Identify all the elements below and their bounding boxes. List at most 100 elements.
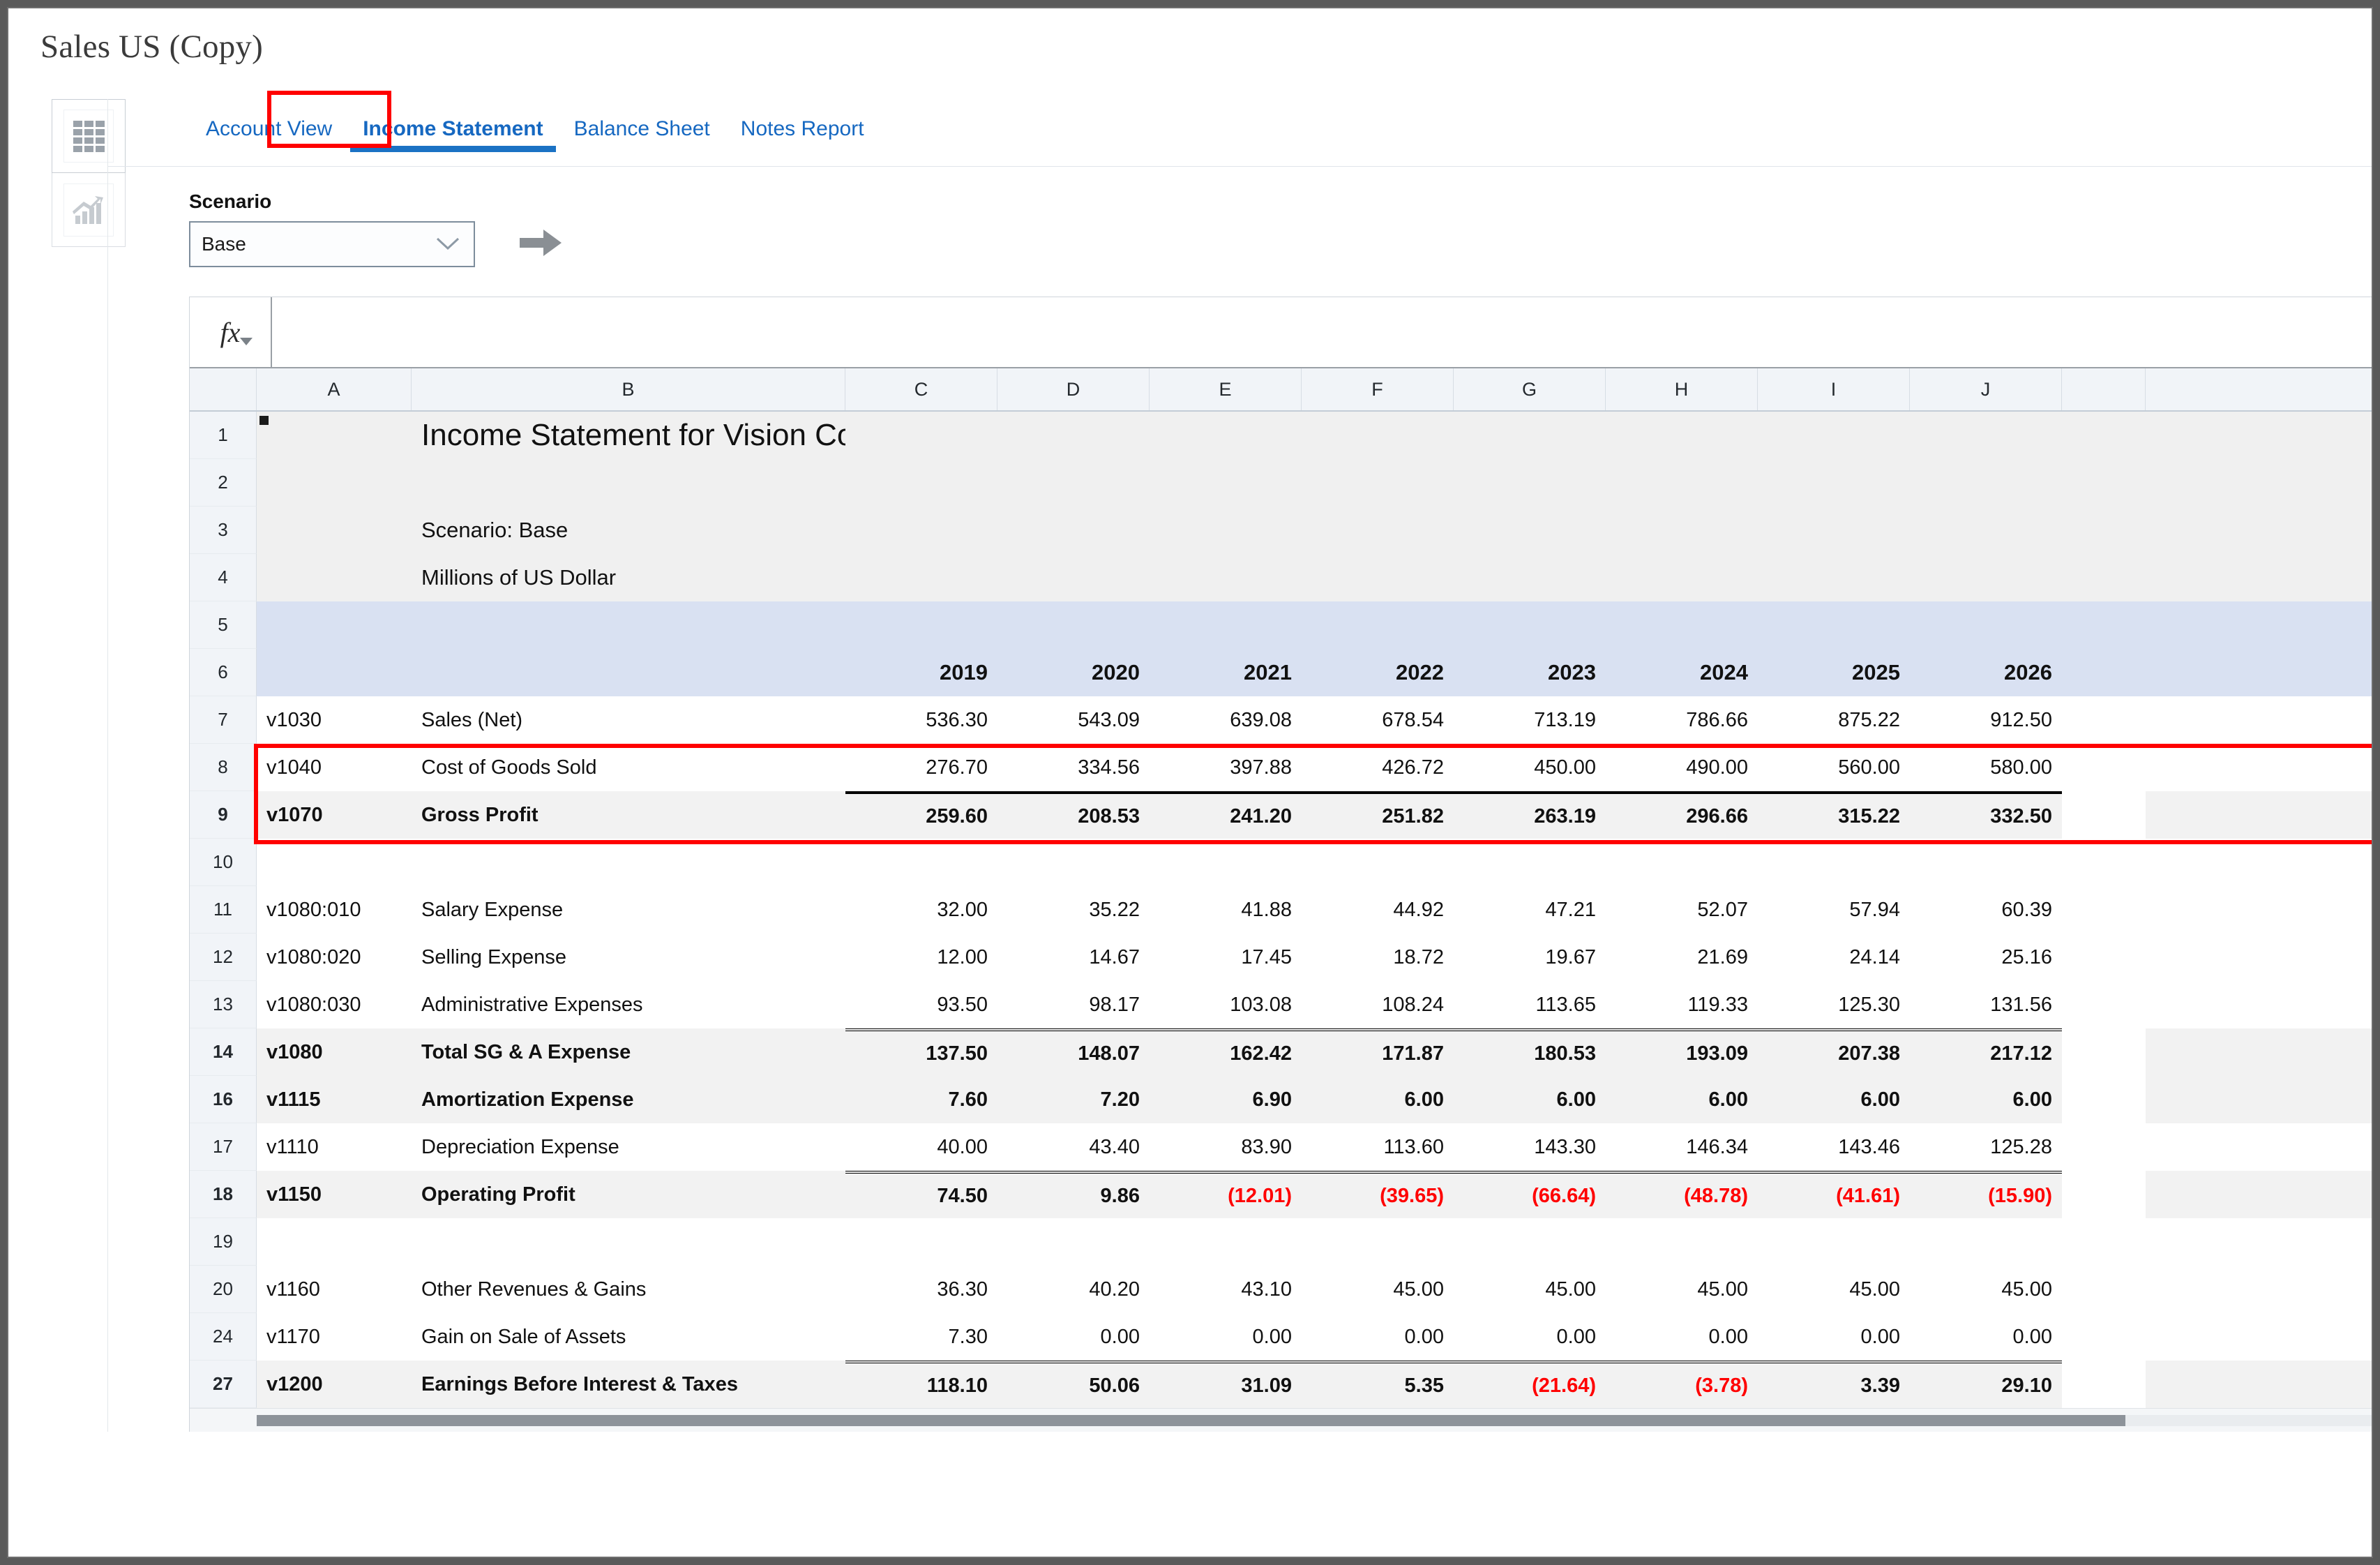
cell-value[interactable]: 43.40 [997, 1123, 1150, 1171]
cell-col-a[interactable] [257, 554, 412, 601]
cell-value[interactable]: 113.65 [1454, 981, 1606, 1028]
cell-col-a[interactable] [257, 412, 412, 459]
column-header-h[interactable]: H [1606, 368, 1758, 410]
table-row[interactable]: 17v1110Depreciation Expense40.0043.4083.… [190, 1123, 2373, 1171]
row-header[interactable]: 2 [190, 459, 257, 507]
cell-col-a[interactable]: v1200 [257, 1361, 412, 1408]
cell-col-extra[interactable] [2062, 1266, 2146, 1313]
cell-value[interactable] [1606, 459, 1758, 507]
cell-col-a[interactable]: v1040 [257, 744, 412, 791]
cell-value[interactable]: 7.20 [997, 1076, 1150, 1123]
cell-value[interactable]: (3.78) [1606, 1361, 1758, 1408]
cell-value[interactable] [1302, 601, 1454, 649]
cell-value[interactable]: 332.50 [1910, 791, 2062, 839]
cell-value[interactable]: 450.00 [1454, 744, 1606, 791]
column-header-j[interactable]: J [1910, 368, 2062, 410]
table-row[interactable]: 27v1200Earnings Before Interest & Taxes1… [190, 1361, 2373, 1408]
row-header[interactable]: 11 [190, 886, 257, 934]
cell-value[interactable]: 543.09 [997, 696, 1150, 744]
cell-value[interactable]: 426.72 [1302, 744, 1454, 791]
cell-value[interactable] [845, 412, 997, 459]
cell-value[interactable]: 45.00 [1910, 1266, 2062, 1313]
cell-value[interactable]: 2023 [1454, 649, 1606, 696]
table-row[interactable]: 24v1170Gain on Sale of Assets7.300.000.0… [190, 1313, 2373, 1361]
column-header-i[interactable]: I [1758, 368, 1910, 410]
cell-value[interactable]: 24.14 [1758, 934, 1910, 981]
cell-value[interactable] [1910, 459, 2062, 507]
row-header[interactable]: 6 [190, 649, 257, 696]
cell-col-extra[interactable] [2062, 554, 2146, 601]
cell-value[interactable]: 113.60 [1302, 1123, 1454, 1171]
table-row[interactable]: 4Millions of US Dollar [190, 554, 2373, 601]
cell-value[interactable]: 108.24 [1302, 981, 1454, 1028]
cell-col-b[interactable] [412, 839, 845, 886]
cell-col-extra[interactable] [2062, 1171, 2146, 1218]
cell-col-extra[interactable] [2062, 744, 2146, 791]
row-header[interactable]: 14 [190, 1028, 257, 1076]
cell-value[interactable]: 208.53 [997, 791, 1150, 839]
cell-value[interactable]: 118.10 [845, 1361, 997, 1408]
cell-col-a[interactable]: v1030 [257, 696, 412, 744]
cell-value[interactable] [1302, 412, 1454, 459]
formula-input[interactable] [272, 297, 2373, 367]
cell-value[interactable] [1910, 601, 2062, 649]
cell-col-extra[interactable] [2062, 601, 2146, 649]
cell-value[interactable] [997, 554, 1150, 601]
cell-value[interactable] [1910, 839, 2062, 886]
cell-value[interactable] [1454, 554, 1606, 601]
cell-col-b[interactable]: Selling Expense [412, 934, 845, 981]
cell-value[interactable] [1302, 839, 1454, 886]
cell-value[interactable] [1606, 507, 1758, 554]
cell-value[interactable] [997, 459, 1150, 507]
cell-value[interactable]: 251.82 [1302, 791, 1454, 839]
cell-col-a[interactable] [257, 649, 412, 696]
cell-col-extra[interactable] [2062, 696, 2146, 744]
cell-value[interactable]: 74.50 [845, 1171, 997, 1218]
cell-col-extra[interactable] [2062, 1028, 2146, 1076]
cell-col-a[interactable] [257, 459, 412, 507]
table-row[interactable]: 16v1115Amortization Expense7.607.206.906… [190, 1076, 2373, 1123]
cell-value[interactable] [1910, 1218, 2062, 1266]
cell-value[interactable] [1910, 554, 2062, 601]
cell-value[interactable]: 125.28 [1910, 1123, 2062, 1171]
cell-value[interactable]: 21.69 [1606, 934, 1758, 981]
cell-value[interactable]: 0.00 [1910, 1313, 2062, 1361]
cell-value[interactable]: 6.00 [1302, 1076, 1454, 1123]
cell-col-b[interactable]: Income Statement for Vision Corp [412, 412, 845, 459]
cell-value[interactable]: 6.90 [1150, 1076, 1302, 1123]
cell-value[interactable] [1150, 601, 1302, 649]
cell-col-a[interactable]: v1115 [257, 1076, 412, 1123]
cell-value[interactable]: 678.54 [1302, 696, 1454, 744]
cell-value[interactable]: 25.16 [1910, 934, 2062, 981]
cell-value[interactable] [1758, 1218, 1910, 1266]
table-row[interactable]: 7v1030Sales (Net)536.30543.09639.08678.5… [190, 696, 2373, 744]
cell-value[interactable]: 35.22 [997, 886, 1150, 934]
cell-value[interactable] [845, 839, 997, 886]
scrollbar-thumb[interactable] [257, 1415, 2125, 1426]
cell-value[interactable]: 296.66 [1606, 791, 1758, 839]
table-row[interactable]: 12v1080:020Selling Expense12.0014.6717.4… [190, 934, 2373, 981]
cell-value[interactable] [1302, 1218, 1454, 1266]
cell-value[interactable]: 119.33 [1606, 981, 1758, 1028]
column-header-a[interactable]: A [257, 368, 412, 410]
cell-col-a[interactable]: v1080:010 [257, 886, 412, 934]
cell-value[interactable]: 786.66 [1606, 696, 1758, 744]
cell-value[interactable]: 2026 [1910, 649, 2062, 696]
cell-value[interactable] [997, 839, 1150, 886]
cell-col-b[interactable] [412, 601, 845, 649]
row-header[interactable]: 24 [190, 1313, 257, 1361]
cell-value[interactable]: 259.60 [845, 791, 997, 839]
cell-value[interactable] [1606, 554, 1758, 601]
cell-value[interactable]: 45.00 [1454, 1266, 1606, 1313]
cell-col-extra[interactable] [2062, 1218, 2146, 1266]
cell-value[interactable]: 45.00 [1758, 1266, 1910, 1313]
cell-value[interactable]: 6.00 [1758, 1076, 1910, 1123]
cell-value[interactable] [1910, 412, 2062, 459]
cell-value[interactable]: 639.08 [1150, 696, 1302, 744]
cell-col-a[interactable] [257, 601, 412, 649]
cell-col-a[interactable]: v1080 [257, 1028, 412, 1076]
scenario-select[interactable]: Base [189, 221, 475, 267]
fx-icon[interactable]: fx [190, 297, 272, 367]
cell-value[interactable]: 83.90 [1150, 1123, 1302, 1171]
cell-col-b[interactable]: Total SG & A Expense [412, 1028, 845, 1076]
